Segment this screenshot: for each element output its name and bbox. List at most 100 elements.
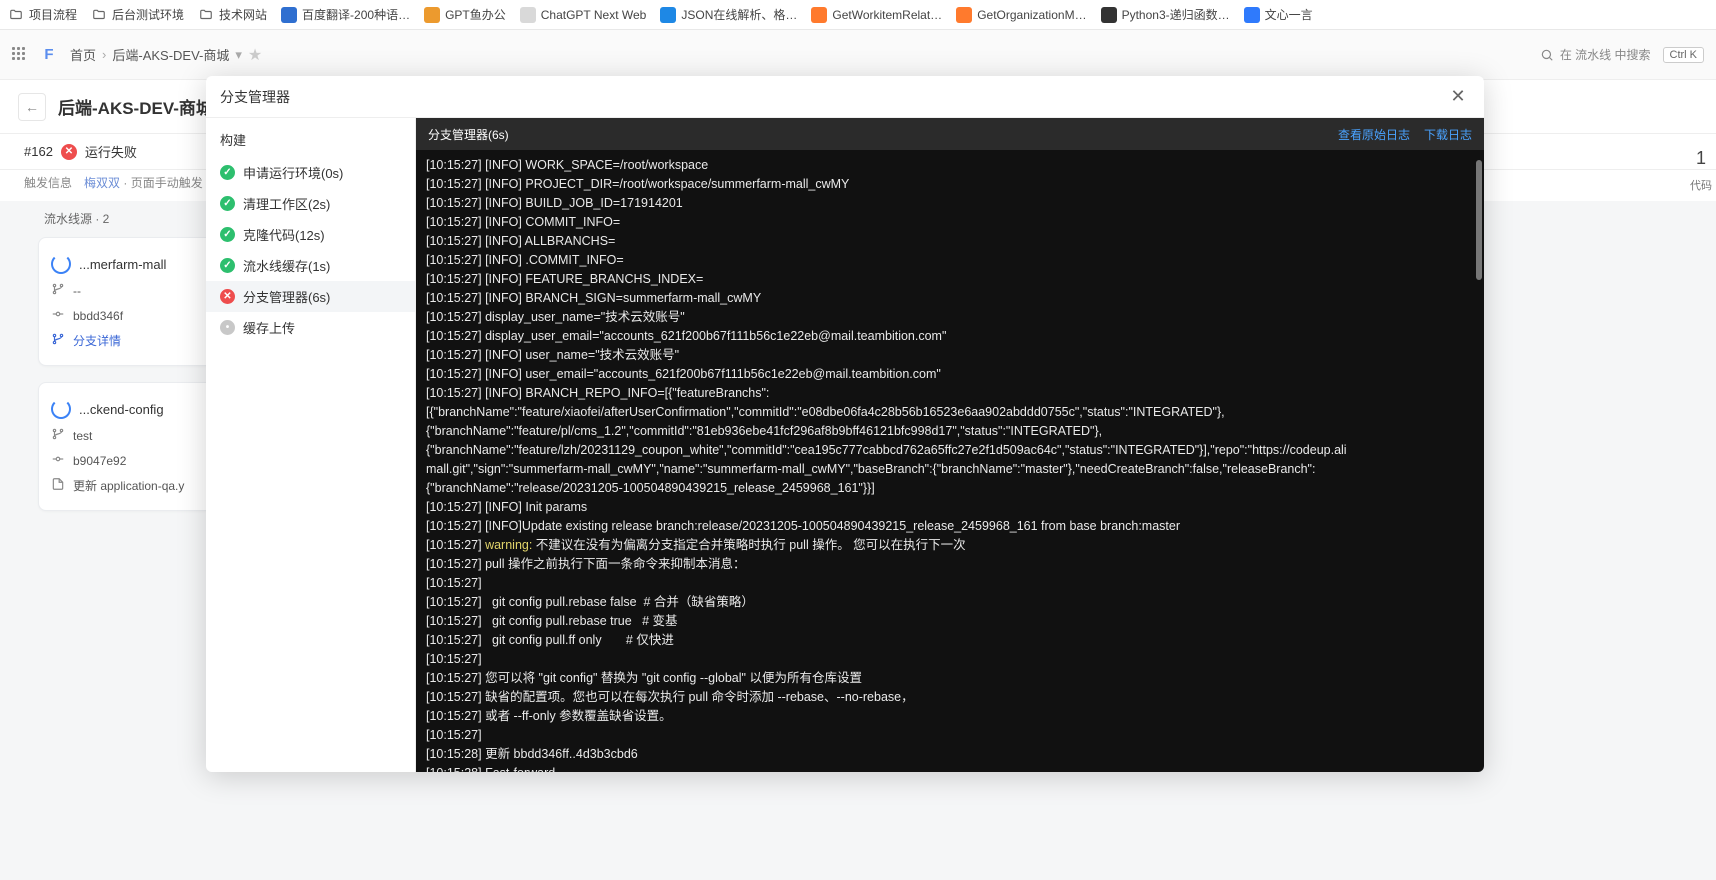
log-line: [10:15:27] [INFO] PROJECT_DIR=/root/work… — [426, 175, 1474, 194]
trigger-label: 触发信息 — [24, 174, 72, 191]
app-icon — [424, 7, 440, 23]
log-line: [10:15:27] [INFO] ALLBRANCHS= — [426, 232, 1474, 251]
log-line: [10:15:27] — [426, 650, 1474, 669]
source-card-title: ...ckend-config — [79, 402, 164, 417]
log-line: [10:15:27] 您可以将 "git config" 替换为 "git co… — [426, 669, 1474, 688]
log-line: [10:15:27] warning: 不建议在没有为偏离分支指定合并策略时执行… — [426, 536, 1474, 555]
log-line: [10:15:27] git config pull.ff only # 仅快进 — [426, 631, 1474, 650]
log-line: [10:15:27] git config pull.rebase false … — [426, 593, 1474, 612]
log-line: [10:15:27] — [426, 574, 1474, 593]
trigger-user[interactable]: 梅双双 — [84, 176, 120, 190]
log-line: [10:15:27] display_user_email="accounts_… — [426, 327, 1474, 346]
error-icon — [220, 289, 235, 304]
bookmark-label: 技术网站 — [219, 6, 267, 23]
scrollbar-thumb[interactable] — [1476, 160, 1482, 280]
app-icon — [1101, 7, 1117, 23]
caret-down-icon[interactable]: ▾ — [235, 47, 242, 63]
chevron-right-icon: › — [102, 47, 106, 62]
bookmark-item[interactable]: 技术网站 — [198, 6, 267, 23]
build-steps-list: 构建 申请运行环境(0s)清理工作区(2s)克隆代码(12s)流水线缓存(1s)… — [206, 118, 416, 772]
bookmark-item[interactable]: GetWorkitemRelat… — [811, 7, 942, 23]
bookmark-item[interactable]: GetOrganizationM… — [956, 7, 1086, 23]
steps-header: 构建 — [206, 124, 415, 157]
log-line: [10:15:27] — [426, 726, 1474, 745]
log-line: [10:15:27] display_user_name="技术云效账号" — [426, 308, 1474, 327]
log-line: [{"branchName":"feature/xiaofei/afterUse… — [426, 403, 1474, 422]
source-card-row: b9047e92 — [49, 448, 213, 473]
build-step[interactable]: 克隆代码(12s) — [206, 219, 415, 250]
bookmark-label: 百度翻译-200种语… — [302, 6, 410, 23]
bookmark-label: Python3-递归函数… — [1122, 6, 1230, 23]
branch-icon — [51, 427, 65, 444]
build-step[interactable]: 缓存上传 — [206, 312, 415, 343]
commit-icon — [51, 307, 65, 324]
app-icon — [1244, 7, 1260, 23]
bookmark-item[interactable]: ChatGPT Next Web — [520, 7, 647, 23]
log-line: [10:15:27] [INFO] Init params — [426, 498, 1474, 517]
trigger-mode: 页面手动触发 — [131, 176, 203, 190]
check-icon — [220, 165, 235, 180]
source-card-row[interactable]: 分支详情 — [49, 328, 213, 353]
log-line: [10:15:27] [INFO] user_email="accounts_6… — [426, 365, 1474, 384]
check-icon — [220, 258, 235, 273]
bookmark-item[interactable]: 百度翻译-200种语… — [281, 6, 410, 23]
log-line: {"branchName":"release/20231205-10050489… — [426, 479, 1474, 498]
bookmark-item[interactable]: GPT鱼办公 — [424, 6, 506, 23]
log-output[interactable]: [10:15:27] [INFO] WORK_SPACE=/root/works… — [416, 150, 1484, 772]
log-line: [10:15:27] [INFO] BRANCH_REPO_INFO=[{"fe… — [426, 384, 1474, 403]
apps-grid-icon[interactable] — [12, 47, 28, 63]
log-line: [10:15:27] git config pull.rebase true #… — [426, 612, 1474, 631]
back-button[interactable]: ← — [18, 93, 46, 121]
source-card[interactable]: ...merfarm-mall--bbdd346f分支详情 — [38, 237, 224, 366]
breadcrumb-current[interactable]: 后端-AKS-DEV-商城 — [112, 45, 229, 64]
log-line: [10:15:27] [INFO] COMMIT_INFO= — [426, 213, 1474, 232]
commit-icon — [51, 452, 65, 469]
build-step[interactable]: 清理工作区(2s) — [206, 188, 415, 219]
log-line: {"branchName":"feature/pl/cms_1.2","comm… — [426, 422, 1474, 441]
log-line: [10:15:27] [INFO]Update existing release… — [426, 517, 1474, 536]
bookmark-item[interactable]: JSON在线解析、格… — [660, 6, 797, 23]
branch-manager-modal: 分支管理器 ✕ 构建 申请运行环境(0s)清理工作区(2s)克隆代码(12s)流… — [206, 76, 1484, 772]
bookmark-item[interactable]: 项目流程 — [8, 6, 77, 23]
app-icon — [811, 7, 827, 23]
source-row-text: bbdd346f — [73, 309, 123, 323]
build-step[interactable]: 申请运行环境(0s) — [206, 157, 415, 188]
breadcrumb-home[interactable]: 首页 — [70, 45, 96, 64]
build-step[interactable]: 分支管理器(6s) — [206, 281, 415, 312]
branch-icon — [51, 282, 65, 299]
source-card-row: bbdd346f — [49, 303, 213, 328]
bookmark-item[interactable]: 文心一言 — [1244, 6, 1313, 23]
folder-icon — [198, 7, 214, 23]
folder-icon — [91, 7, 107, 23]
log-line: [10:15:27] [INFO] WORK_SPACE=/root/works… — [426, 156, 1474, 175]
log-line: [10:15:27] [INFO] user_name="技术云效账号" — [426, 346, 1474, 365]
source-card[interactable]: ...ckend-configtestb9047e92更新 applicatio… — [38, 382, 224, 511]
sources-title: 流水线源 · 2 — [44, 210, 224, 227]
brand-logo[interactable]: F — [38, 44, 60, 66]
bookmark-label: GetOrganizationM… — [977, 8, 1086, 22]
star-icon[interactable]: ★ — [248, 45, 262, 65]
pipeline-sources-panel: 流水线源 · 2 ...merfarm-mall--bbdd346f分支详情..… — [38, 210, 224, 527]
log-header: 分支管理器(6s) 查看原始日志 下载日志 — [416, 118, 1484, 150]
view-raw-log-link[interactable]: 查看原始日志 — [1338, 126, 1410, 143]
close-icon[interactable]: ✕ — [1446, 86, 1470, 107]
log-line: [10:15:27] [INFO] FEATURE_BRANCHS_INDEX= — [426, 270, 1474, 289]
log-line: [10:15:28] 更新 bbdd346ff..4d3b3cbd6 — [426, 745, 1474, 764]
bookmarks-bar: 项目流程 后台测试环境 技术网站 百度翻译-200种语… GPT鱼办公 ChatGPT N… — [0, 0, 1716, 30]
bookmark-label: 项目流程 — [29, 6, 77, 23]
log-title: 分支管理器(6s) — [428, 126, 509, 143]
build-step[interactable]: 流水线缓存(1s) — [206, 250, 415, 281]
bookmark-item[interactable]: 后台测试环境 — [91, 6, 184, 23]
log-line: [10:15:27] [INFO] BUILD_JOB_ID=171914201 — [426, 194, 1474, 213]
log-line: mall.git","sign":"summerfarm-mall_cwMY",… — [426, 460, 1474, 479]
detail-icon — [51, 332, 65, 349]
bookmark-label: 后台测试环境 — [112, 6, 184, 23]
search-hint[interactable]: 在 流水线 中搜索 — [1540, 46, 1651, 63]
bookmark-item[interactable]: Python3-递归函数… — [1101, 6, 1230, 23]
log-line: [10:15:28] Fast-forward — [426, 764, 1474, 772]
kbd-shortcut: Ctrl K — [1663, 47, 1705, 63]
search-placeholder: 在 流水线 中搜索 — [1560, 46, 1651, 63]
right-gutter: 1 代码 — [1686, 148, 1716, 193]
source-card-row: 更新 application-qa.y — [49, 473, 213, 498]
download-log-link[interactable]: 下载日志 — [1424, 126, 1472, 143]
